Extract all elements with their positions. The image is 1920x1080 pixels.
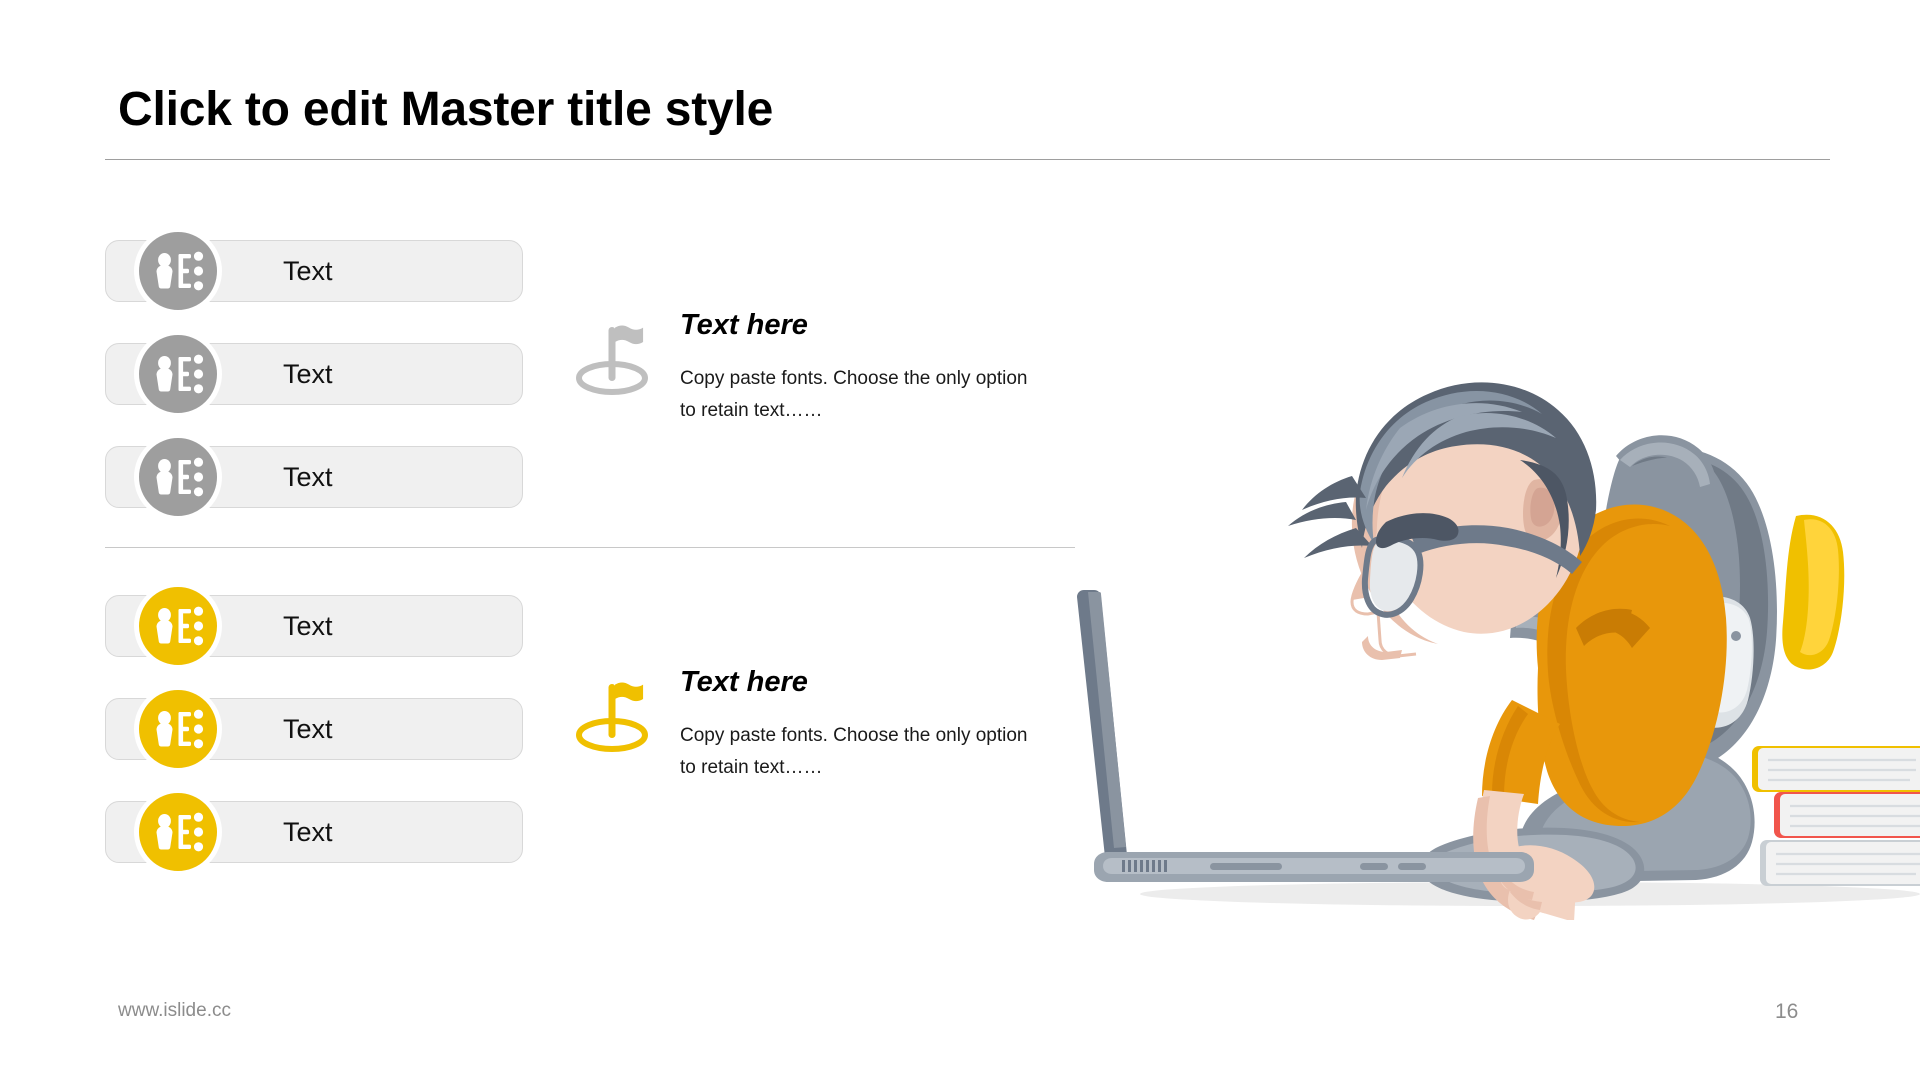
list-item[interactable]: Text bbox=[105, 788, 523, 876]
list-item[interactable]: Text bbox=[105, 685, 523, 773]
list-item-label: Text bbox=[283, 611, 333, 641]
list-item-label: Text bbox=[283, 714, 333, 744]
person-list-icon[interactable] bbox=[134, 788, 222, 876]
list-item-label: Text bbox=[283, 817, 333, 847]
section-divider bbox=[105, 547, 1075, 548]
list-item[interactable]: Text bbox=[105, 433, 523, 521]
feature-title: Text here bbox=[680, 666, 808, 698]
feature-body: Copy paste fonts. Choose the only option… bbox=[680, 725, 1028, 778]
list-item-label: Text bbox=[283, 359, 333, 389]
student-sitting-with-laptop-illustration bbox=[1060, 280, 1920, 920]
list-item[interactable]: Text bbox=[105, 582, 523, 670]
list-item-label: Text bbox=[283, 462, 333, 492]
person-list-icon[interactable] bbox=[134, 433, 222, 521]
flag-filled-icon bbox=[570, 672, 654, 756]
list-item[interactable]: Text bbox=[105, 330, 523, 418]
feature-title: Text here bbox=[680, 309, 808, 341]
list-item[interactable]: Text bbox=[105, 227, 523, 315]
list-item-label: Text bbox=[283, 256, 333, 286]
person-list-icon[interactable] bbox=[134, 227, 222, 315]
person-list-icon[interactable] bbox=[134, 330, 222, 418]
page-number: 16 bbox=[1775, 1000, 1799, 1023]
footer-url: www.islide.cc bbox=[118, 1000, 231, 1021]
person-list-icon[interactable] bbox=[134, 685, 222, 773]
person-list-icon[interactable] bbox=[134, 582, 222, 670]
title-underline bbox=[105, 159, 1830, 160]
page-title: Click to edit Master title style bbox=[118, 83, 774, 136]
slide-canvas: Click to edit Master title style Text Te… bbox=[0, 0, 1920, 1080]
feature-body: Copy paste fonts. Choose the only option… bbox=[680, 368, 1028, 421]
flag-outline-icon bbox=[570, 315, 654, 399]
